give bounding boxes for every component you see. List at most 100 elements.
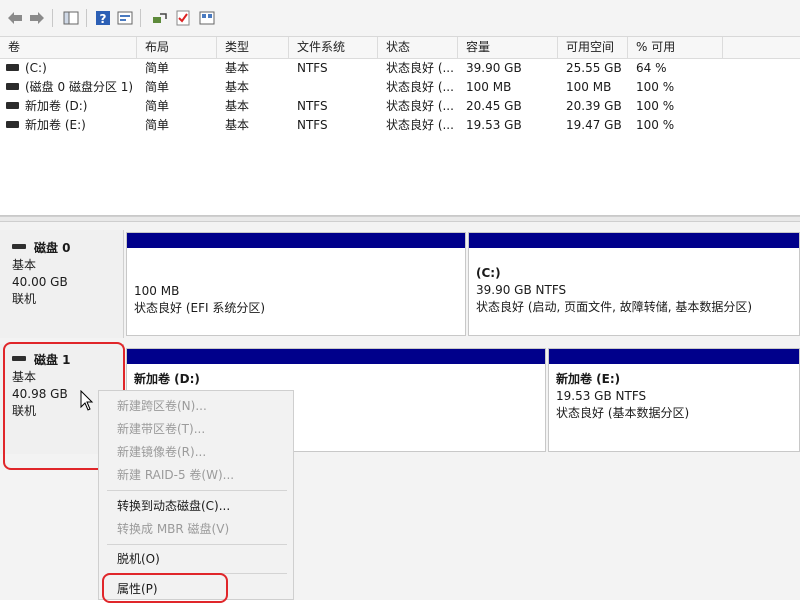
volume-row[interactable]: 新加卷 (D:) 简单 基本 NTFS 状态良好 (... 20.45 GB 2…: [0, 97, 800, 116]
volume-percent-free: 100 %: [636, 99, 675, 113]
volume-row[interactable]: 新加卷 (E:) 简单 基本 NTFS 状态良好 (... 19.53 GB 1…: [0, 116, 800, 135]
volume-name: 新加卷 (E:): [25, 118, 86, 132]
partition-efi[interactable]: 100 MB 状态良好 (EFI 系统分区): [126, 232, 466, 336]
toolbar-separator: [86, 9, 87, 27]
volume-capacity: 39.90 GB: [466, 61, 522, 75]
volume-capacity: 100 MB: [466, 80, 512, 94]
column-header-capacity[interactable]: 容量: [458, 37, 558, 58]
volume-filesystem: NTFS: [297, 99, 328, 113]
view-icon[interactable]: [198, 9, 216, 27]
menu-item-convert-to-mbr[interactable]: 转换成 MBR 磁盘(V): [117, 519, 229, 539]
column-header-layout[interactable]: 布局: [137, 37, 217, 58]
connect-icon[interactable]: [150, 9, 168, 27]
volume-percent-free: 100 %: [636, 118, 675, 132]
volume-free-space: 25.55 GB: [566, 61, 622, 75]
partition-e[interactable]: 新加卷 (E:) 19.53 GB NTFS 状态良好 (基本数据分区): [548, 348, 800, 452]
disk-type: 基本: [12, 258, 37, 272]
volume-status: 状态良好 (...: [386, 61, 454, 75]
check-icon[interactable]: [174, 9, 192, 27]
volume-percent-free: 100 %: [636, 80, 675, 94]
column-header-free-space[interactable]: 可用空间: [558, 37, 628, 58]
column-header-type[interactable]: 类型: [217, 37, 289, 58]
menu-item-new-mirrored-volume[interactable]: 新建镜像卷(R)...: [117, 442, 206, 462]
volume-type: 基本: [225, 61, 250, 75]
disk-name: 磁盘 1: [34, 353, 71, 367]
toolbar: ?: [0, 0, 800, 37]
volume-type: 基本: [225, 118, 250, 132]
volume-type: 基本: [225, 80, 250, 94]
disk-0-label[interactable]: 磁盘 0 基本 40.00 GB 联机: [0, 230, 124, 338]
partition-title: (C:): [476, 266, 501, 280]
menu-item-convert-to-dynamic[interactable]: 转换到动态磁盘(C)...: [117, 496, 230, 516]
partition-size: 100 MB: [134, 284, 180, 298]
partition-size: 19.53 GB NTFS: [556, 389, 647, 403]
volume-free-space: 19.47 GB: [566, 118, 622, 132]
properties-icon[interactable]: [116, 9, 134, 27]
volume-list: 卷 布局 类型 文件系统 状态 容量 可用空间 % 可用 (C:) 简单 基本 …: [0, 37, 800, 216]
column-header-percent-free[interactable]: % 可用: [628, 37, 723, 58]
menu-item-new-spanned-volume[interactable]: 新建跨区卷(N)...: [117, 396, 207, 416]
volume-row[interactable]: (C:) 简单 基本 NTFS 状态良好 (... 39.90 GB 25.55…: [0, 59, 800, 78]
menu-item-new-striped-volume[interactable]: 新建带区卷(T)...: [117, 419, 205, 439]
menu-separator: [107, 490, 287, 491]
volume-layout: 简单: [145, 99, 170, 113]
volume-capacity: 19.53 GB: [466, 118, 522, 132]
svg-text:?: ?: [100, 12, 107, 26]
disk-name: 磁盘 0: [34, 241, 71, 255]
partition-size: 39.90 GB NTFS: [476, 283, 567, 297]
volume-percent-free: 64 %: [636, 61, 667, 75]
partition-bar: [469, 233, 799, 248]
disk-type: 基本: [12, 370, 37, 384]
volume-type: 基本: [225, 99, 250, 113]
partition-status: 状态良好 (基本数据分区): [556, 406, 690, 420]
partition-bar: [549, 349, 799, 364]
partition-status: 状态良好 (EFI 系统分区): [134, 301, 266, 315]
volume-filesystem: NTFS: [297, 118, 328, 132]
column-header-status[interactable]: 状态: [378, 37, 458, 58]
volume-icon: [6, 121, 19, 128]
volume-layout: 简单: [145, 80, 170, 94]
volume-free-space: 100 MB: [566, 80, 612, 94]
partition-bar: [127, 233, 465, 248]
disk-icon: [12, 244, 26, 249]
disk-state: 联机: [12, 292, 37, 306]
volume-icon: [6, 102, 19, 109]
menu-item-offline[interactable]: 脱机(O): [117, 549, 160, 569]
menu-item-properties[interactable]: 属性(P): [117, 579, 158, 599]
context-menu: 新建跨区卷(N)... 新建带区卷(T)... 新建镜像卷(R)... 新建 R…: [98, 390, 294, 600]
volume-icon: [6, 64, 19, 71]
disk-size: 40.00 GB: [12, 275, 68, 289]
partition-status: 状态良好 (启动, 页面文件, 故障转储, 基本数据分区): [476, 300, 753, 314]
volume-status: 状态良好 (...: [386, 80, 454, 94]
partition-title: 新加卷 (D:): [134, 372, 200, 386]
column-header-filesystem[interactable]: 文件系统: [289, 37, 378, 58]
volume-row[interactable]: (磁盘 0 磁盘分区 1) 简单 基本 状态良好 (... 100 MB 100…: [0, 78, 800, 97]
partition-bar: [127, 349, 545, 364]
help-icon[interactable]: ?: [94, 9, 112, 27]
volume-layout: 简单: [145, 118, 170, 132]
menu-separator: [107, 573, 287, 574]
volume-free-space: 20.39 GB: [566, 99, 622, 113]
partition-c[interactable]: (C:) 39.90 GB NTFS 状态良好 (启动, 页面文件, 故障转储,…: [468, 232, 800, 336]
volume-name: (磁盘 0 磁盘分区 1): [25, 80, 134, 94]
back-icon[interactable]: [6, 9, 24, 27]
volume-layout: 简单: [145, 61, 170, 75]
console-tree-icon[interactable]: [62, 9, 80, 27]
mouse-cursor-icon: [80, 389, 94, 412]
volume-list-header: 卷 布局 类型 文件系统 状态 容量 可用空间 % 可用: [0, 37, 800, 59]
volume-capacity: 20.45 GB: [466, 99, 522, 113]
volume-status: 状态良好 (...: [386, 99, 454, 113]
volume-name: (C:): [25, 61, 47, 75]
disk-icon: [12, 356, 26, 361]
menu-item-new-raid5-volume[interactable]: 新建 RAID-5 卷(W)...: [117, 465, 234, 485]
column-header-volume[interactable]: 卷: [0, 37, 137, 58]
volume-filesystem: NTFS: [297, 61, 328, 75]
volume-status: 状态良好 (...: [386, 118, 454, 132]
volume-name: 新加卷 (D:): [25, 99, 88, 113]
toolbar-separator: [140, 9, 141, 27]
toolbar-separator: [52, 9, 53, 27]
forward-icon[interactable]: [28, 9, 46, 27]
partition-title: 新加卷 (E:): [556, 372, 621, 386]
volume-icon: [6, 83, 19, 90]
menu-separator: [107, 544, 287, 545]
